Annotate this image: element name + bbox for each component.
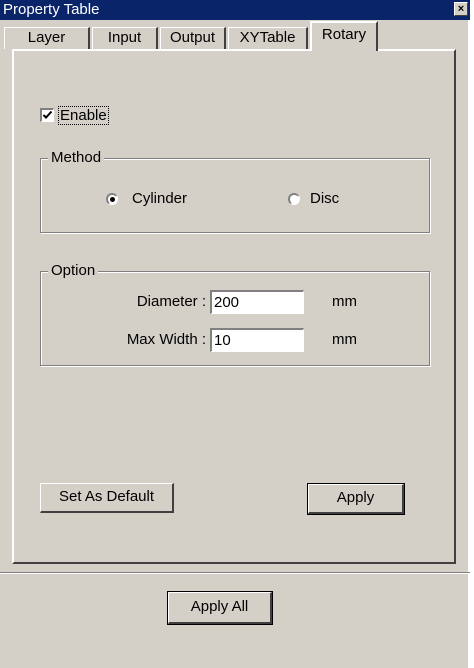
property-table-window: Property Table × Layer Input Output XYTa…: [0, 0, 470, 668]
close-button[interactable]: ×: [454, 2, 468, 16]
cylinder-label[interactable]: Cylinder: [132, 190, 187, 208]
apply-label: Apply: [336, 489, 375, 506]
max-width-unit: mm: [332, 331, 357, 348]
tab-label: Layer: [27, 29, 66, 46]
apply-button[interactable]: Apply: [307, 483, 405, 515]
cylinder-radio[interactable]: [106, 193, 118, 205]
disc-radio[interactable]: [288, 193, 300, 205]
tab-label: Output: [169, 29, 216, 46]
tab-input[interactable]: Input: [92, 27, 158, 49]
tab-label: Rotary: [321, 26, 367, 43]
tab-label: Input: [107, 29, 142, 46]
method-group-title: Method: [48, 149, 105, 167]
set-as-default-label: Set As Default: [58, 488, 155, 505]
radio-selected-dot: [110, 197, 115, 202]
separator: [0, 572, 470, 574]
check-icon: [42, 110, 53, 119]
diameter-label: Diameter :: [136, 293, 206, 310]
diameter-unit: mm: [332, 293, 357, 310]
enable-checkbox[interactable]: [40, 108, 54, 122]
set-as-default-button[interactable]: Set As Default: [40, 483, 174, 513]
tab-layer[interactable]: Layer: [4, 27, 90, 49]
tab-output[interactable]: Output: [160, 27, 226, 49]
apply-all-button[interactable]: Apply All: [167, 591, 273, 625]
max-width-input[interactable]: [210, 328, 304, 352]
disc-label[interactable]: Disc: [310, 190, 339, 208]
diameter-input[interactable]: [210, 290, 304, 314]
tab-xytable[interactable]: XYTable: [228, 27, 308, 49]
apply-all-label: Apply All: [190, 598, 249, 615]
option-group-title: Option: [48, 262, 99, 280]
method-group: [40, 158, 430, 233]
tab-label: XYTable: [239, 29, 296, 46]
max-width-label: Max Width :: [126, 331, 206, 348]
title-bar[interactable]: Property Table ×: [0, 0, 470, 20]
close-icon: ×: [457, 3, 465, 15]
window-title: Property Table: [3, 1, 100, 18]
enable-label[interactable]: Enable: [58, 106, 109, 125]
tab-rotary[interactable]: Rotary: [310, 21, 378, 51]
